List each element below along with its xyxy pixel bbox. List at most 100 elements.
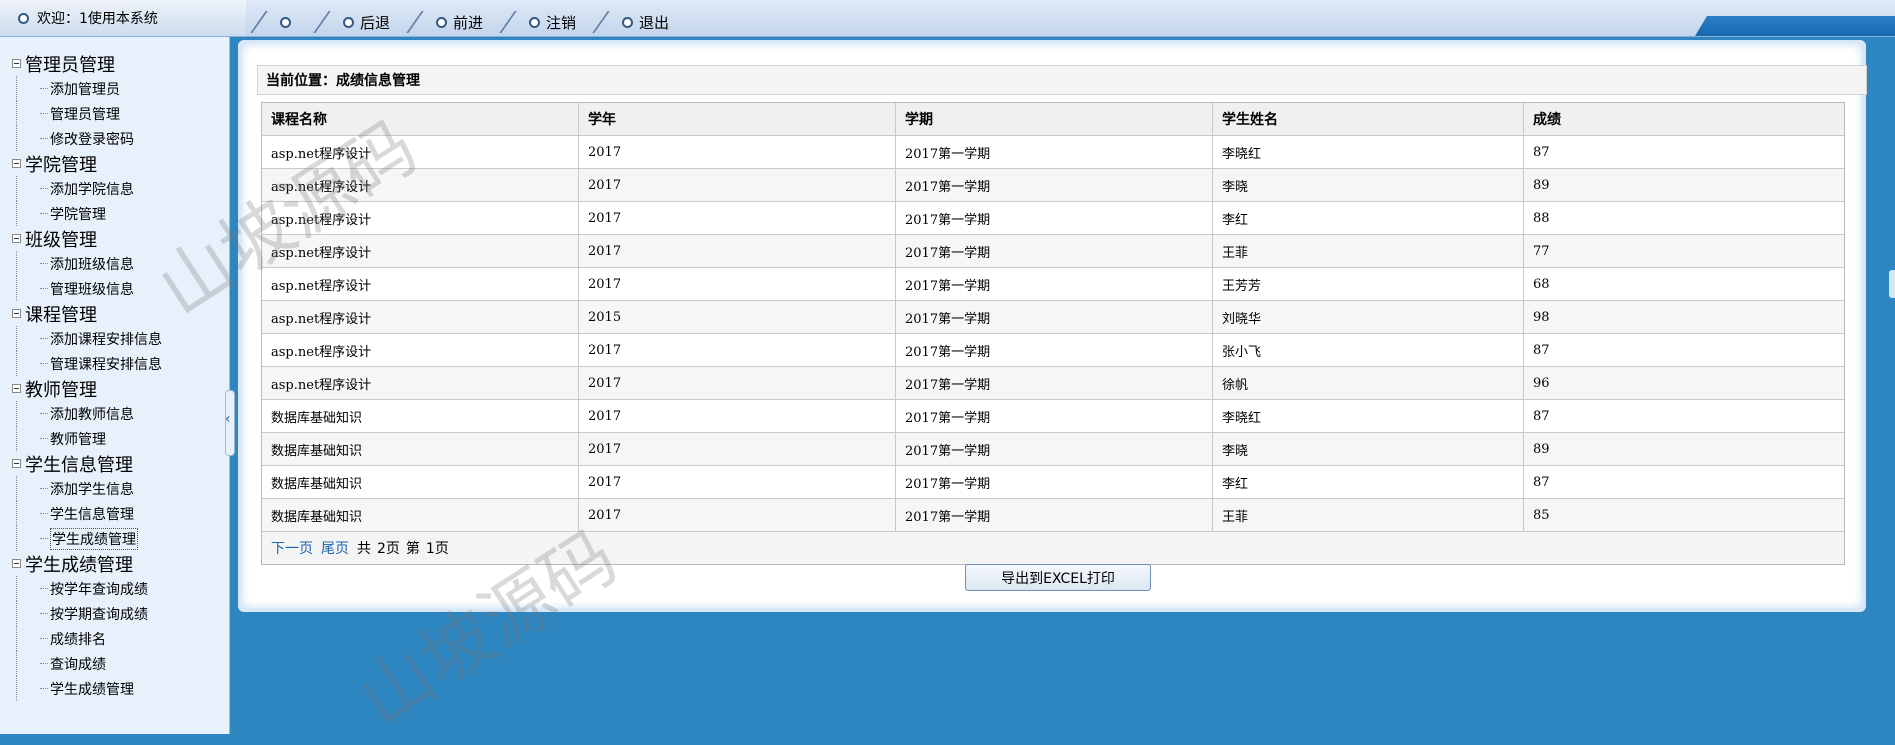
cell-score: 85 [1523, 498, 1844, 532]
collapse-toggle-icon[interactable] [12, 234, 21, 243]
next-page-link[interactable]: 下一页 [271, 538, 313, 558]
tree-item-label: 学生成绩管理 [50, 681, 134, 698]
circle-icon [622, 16, 634, 28]
cell-student: 徐帆 [1212, 366, 1524, 400]
cell-year: 2017 [578, 498, 896, 532]
tree-item[interactable]: 按学期查询成绩 [0, 601, 229, 626]
breadcrumb: 当前位置：成绩信息管理 [257, 65, 1867, 95]
cell-score: 89 [1523, 432, 1844, 466]
tree-group-label: 班级管理 [25, 229, 97, 251]
tree-item[interactable]: 学院管理 [0, 201, 229, 226]
tree-item-label: 按学期查询成绩 [50, 606, 148, 623]
tree-item[interactable]: 添加管理员 [0, 76, 229, 101]
nav-label: 注销 [546, 13, 577, 32]
cell-score: 88 [1523, 201, 1844, 235]
tree-item[interactable]: 管理班级信息 [0, 276, 229, 301]
tree-item-label: 按学年查询成绩 [50, 581, 148, 598]
sidebar-collapse-handle[interactable] [225, 390, 235, 456]
cell-year: 2017 [578, 333, 896, 367]
tree-group-student-score[interactable]: 学生成绩管理 [0, 551, 229, 576]
tree-group-course[interactable]: 课程管理 [0, 301, 229, 326]
nav-button-home[interactable] [246, 8, 309, 36]
tree-item-label: 成绩排名 [50, 631, 106, 648]
tree-group-student-info[interactable]: 学生信息管理 [0, 451, 229, 476]
nav-button-back[interactable]: 后退 [309, 8, 402, 36]
collapse-toggle-icon[interactable] [12, 384, 21, 393]
collapse-toggle-icon[interactable] [12, 559, 21, 568]
tree-item-label: 学院管理 [50, 206, 106, 223]
cell-student: 李晓红 [1212, 399, 1524, 433]
tree-item[interactable]: 查询成绩 [0, 651, 229, 676]
tree-item[interactable]: 按学年查询成绩 [0, 576, 229, 601]
table-row: asp.net程序设计 2017 2017第一学期 李晓红 87 [262, 135, 1844, 169]
column-header-year: 学年 [578, 103, 896, 136]
last-page-link[interactable]: 尾页 [321, 538, 349, 558]
tree-item[interactable]: 学生成绩管理 [0, 676, 229, 701]
tree-group-admin[interactable]: 管理员管理 [0, 51, 229, 76]
tree-group-teacher[interactable]: 教师管理 [0, 376, 229, 401]
collapse-toggle-icon[interactable] [12, 309, 21, 318]
tree-item[interactable]: 修改登录密码 [0, 126, 229, 151]
tree-item-label: 添加管理员 [50, 81, 120, 98]
tree-item-label: 管理课程安排信息 [50, 356, 162, 373]
current-page: 1页 [425, 541, 449, 557]
tree-item[interactable]: 添加学院信息 [0, 176, 229, 201]
table-row: asp.net程序设计 2017 2017第一学期 李红 88 [262, 201, 1844, 235]
cell-student: 王芳芳 [1212, 267, 1524, 301]
tree-item-label: 添加班级信息 [50, 256, 134, 273]
table-row: asp.net程序设计 2017 2017第一学期 徐帆 96 [262, 366, 1844, 400]
cell-term: 2017第一学期 [895, 135, 1213, 169]
cell-course: asp.net程序设计 [262, 333, 579, 367]
column-header-student: 学生姓名 [1212, 103, 1524, 136]
table-row: asp.net程序设计 2017 2017第一学期 王菲 77 [262, 234, 1844, 268]
content-panel: 当前位置：成绩信息管理 课程名称 学年 学期 学生姓名 成绩 asp.net程序… [238, 40, 1867, 612]
tree-item[interactable]: 添加学生信息 [0, 476, 229, 501]
tree-group-class[interactable]: 班级管理 [0, 226, 229, 251]
pager: 下一页 尾页 共 2页 第 1页 [262, 532, 1844, 564]
table-header-row: 课程名称 学年 学期 学生姓名 成绩 [262, 103, 1844, 136]
tree-item[interactable]: 管理员管理 [0, 101, 229, 126]
cell-year: 2017 [578, 135, 896, 169]
nav-button-logout[interactable]: 注销 [495, 8, 588, 36]
cell-year: 2017 [578, 465, 896, 499]
collapse-toggle-icon[interactable] [12, 459, 21, 468]
table-row: asp.net程序设计 2017 2017第一学期 李晓 89 [262, 168, 1844, 202]
tree-item[interactable]: 教师管理 [0, 426, 229, 451]
cell-course: 数据库基础知识 [262, 432, 579, 466]
cell-student: 李晓 [1212, 168, 1524, 202]
topbar-decoration [1695, 16, 1895, 36]
circle-icon [529, 16, 541, 28]
tree-item[interactable]: 管理课程安排信息 [0, 351, 229, 376]
cell-course: asp.net程序设计 [262, 267, 579, 301]
tree-item-label: 修改登录密码 [50, 131, 134, 148]
score-table: 课程名称 学年 学期 学生姓名 成绩 asp.net程序设计 2017 2017第一… [261, 102, 1845, 565]
cell-student: 李红 [1212, 201, 1524, 235]
tree-item[interactable]: 学生信息管理 [0, 501, 229, 526]
welcome-area: 欢迎：1使用本系统 [0, 0, 246, 36]
tree-item-selected[interactable]: 学生成绩管理 [0, 526, 229, 551]
cell-year: 2015 [578, 300, 896, 334]
tree-item[interactable]: 成绩排名 [0, 626, 229, 651]
tree-item[interactable]: 添加班级信息 [0, 251, 229, 276]
collapse-toggle-icon[interactable] [12, 159, 21, 168]
nav-button-forward[interactable]: 前进 [402, 8, 495, 36]
nav-toolbar: 后退 前进 注销 退出 [246, 8, 1706, 36]
table-row: 数据库基础知识 2017 2017第一学期 王菲 85 [262, 498, 1844, 532]
cell-term: 2017第一学期 [895, 234, 1213, 268]
cell-term: 2017第一学期 [895, 465, 1213, 499]
nav-button-exit[interactable]: 退出 [588, 8, 681, 36]
table-row: asp.net程序设计 2017 2017第一学期 王芳芳 68 [262, 267, 1844, 301]
table-body: asp.net程序设计 2017 2017第一学期 李晓红 87 asp.net程序设计 2… [262, 135, 1844, 532]
cell-course: asp.net程序设计 [262, 135, 579, 169]
tree-group-college[interactable]: 学院管理 [0, 151, 229, 176]
total-prefix: 共 [357, 541, 371, 557]
nav-label: 退出 [639, 13, 670, 32]
tree-item[interactable]: 添加教师信息 [0, 401, 229, 426]
cell-course: asp.net程序设计 [262, 201, 579, 235]
collapse-toggle-icon[interactable] [12, 59, 21, 68]
export-excel-button[interactable]: 导出到EXCEL打印 [965, 564, 1151, 591]
cell-year: 2017 [578, 201, 896, 235]
tree-item[interactable]: 添加课程安排信息 [0, 326, 229, 351]
cell-score: 98 [1523, 300, 1844, 334]
tree-group-label: 课程管理 [25, 304, 97, 326]
